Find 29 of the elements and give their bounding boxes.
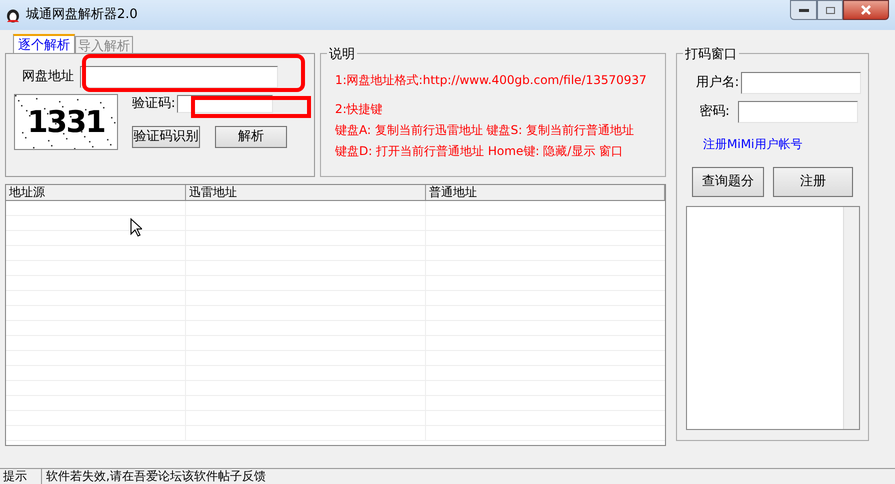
button[interactable]: 注册 (773, 167, 853, 197)
status-text: 软件若失效,请在吾爱论坛该软件帖子反馈 (45, 469, 267, 484)
input-field[interactable] (738, 101, 858, 123)
note-text: 键盘D: 打开当前行普通地址 Home键: 隐藏/显示 窗口 (335, 143, 624, 160)
mouse-pointer-icon (130, 218, 142, 237)
note-text: 1:网盘地址格式:http://www.400gb.com/file/13570937 (335, 72, 648, 89)
captcha-image: 1331 (14, 94, 118, 150)
button[interactable]: 查询题分 (692, 167, 764, 197)
button[interactable]: 解析 (215, 126, 287, 148)
input-field[interactable] (741, 72, 862, 94)
close-icon (860, 5, 872, 15)
tab[interactable]: 逐个解析 (13, 34, 75, 53)
maximize-button[interactable] (817, 0, 843, 20)
label: 密码: (699, 103, 730, 122)
label: 网盘地址 (22, 68, 74, 86)
status-label: 提示 (0, 469, 42, 484)
column-header: 迅雷地址 (186, 185, 426, 200)
label: 用户名: (696, 74, 740, 92)
input-field[interactable] (80, 66, 278, 88)
note-text: 2:快捷键 (335, 101, 384, 118)
register-link[interactable]: 注册MiMi用户帐号 (703, 135, 802, 153)
minimize-button[interactable] (790, 0, 817, 20)
column-header: 地址源 (6, 185, 186, 200)
note-text: 键盘A: 复制当前行迅雷地址 键盘S: 复制当前行普通地址 (335, 122, 636, 139)
window-title: 城通网盘解析器2.0 (26, 6, 138, 24)
button[interactable]: 验证码识别 (132, 126, 200, 148)
column-header: 普通地址 (426, 185, 665, 200)
close-button[interactable] (843, 0, 889, 20)
label: 验证码: (132, 95, 176, 113)
